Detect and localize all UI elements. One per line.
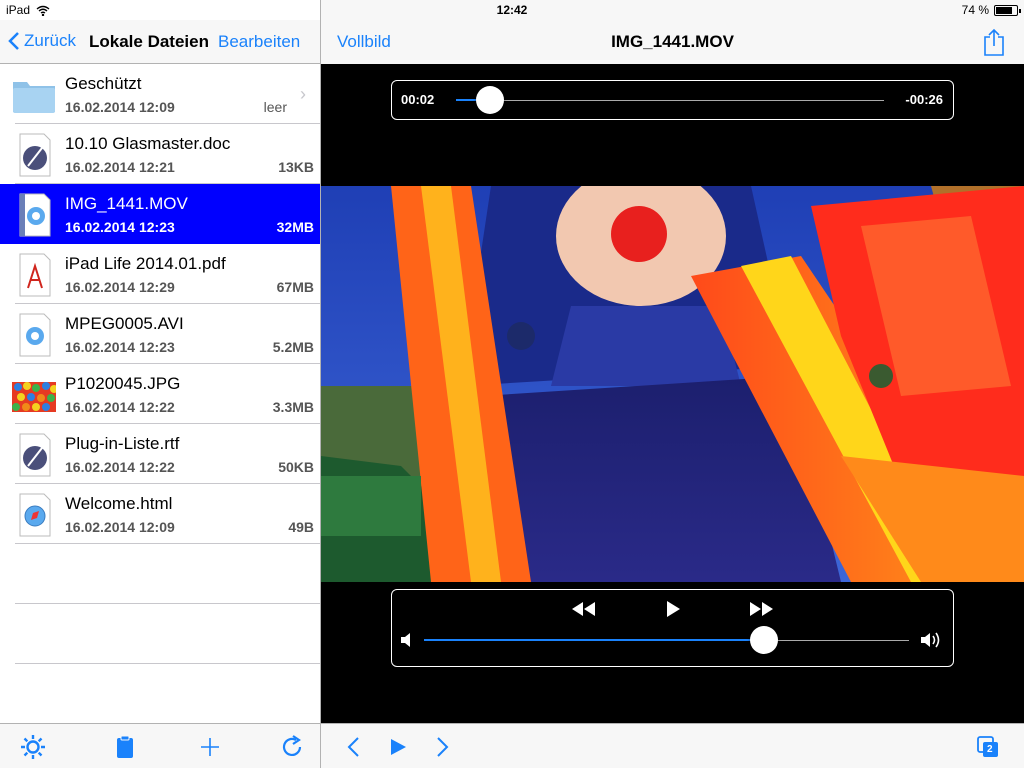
back-button-label: Zurück — [24, 31, 76, 50]
battery-icon — [994, 4, 1021, 16]
file-name: MPEG0005.AVI — [65, 314, 184, 333]
file-date: 16.02.2014 12:22 — [65, 399, 175, 415]
gear-icon[interactable] — [20, 734, 46, 760]
next-icon[interactable] — [429, 734, 455, 760]
right-navigation-bar: Vollbild IMG_1441.MOV — [321, 20, 1024, 64]
left-navigation-bar: Zurück Lokale Dateien Bearbeiten — [0, 20, 320, 64]
file-row-doc[interactable]: 10.10 Glasmaster.doc 16.02.2014 12:21 13… — [0, 124, 320, 184]
file-date: 16.02.2014 12:22 — [65, 459, 175, 475]
left-toolbar — [0, 723, 320, 768]
file-date: 16.02.2014 12:09 — [65, 519, 175, 535]
file-browser-pane: Zurück Lokale Dateien Bearbeiten Geschüt… — [0, 0, 320, 768]
previous-icon[interactable] — [341, 734, 367, 760]
file-size: 32MB — [276, 219, 314, 235]
volume-high-icon — [921, 632, 940, 648]
folder-icon — [13, 82, 55, 113]
safari-file-icon — [19, 493, 51, 537]
file-size: 50KB — [278, 459, 314, 475]
quicktime-file-icon — [19, 313, 51, 357]
file-size: 3.3MB — [272, 399, 314, 415]
back-button[interactable]: Zurück — [8, 31, 76, 51]
file-list: Geschützt 16.02.2014 12:09 leer › 10.10 … — [0, 64, 320, 664]
battery-level — [996, 6, 1013, 14]
file-name: Geschützt — [65, 74, 142, 93]
play-icon[interactable] — [658, 598, 688, 620]
file-size: 67MB — [276, 279, 314, 295]
volume-slider[interactable] — [424, 626, 909, 654]
file-row-html[interactable]: Welcome.html 16.02.2014 12:09 49B — [0, 484, 320, 544]
document-quill-icon — [19, 133, 51, 177]
file-size: 5.2MB — [272, 339, 314, 355]
file-row-selected-video[interactable]: IMG_1441.MOV 16.02.2014 12:23 32MB — [0, 184, 320, 244]
volume-fill — [424, 639, 764, 641]
file-size: 49B — [288, 519, 314, 535]
file-date: 16.02.2014 12:23 — [65, 219, 175, 235]
share-icon[interactable] — [982, 28, 1006, 56]
clipboard-icon[interactable] — [112, 734, 138, 760]
windows-icon[interactable]: 2 — [975, 734, 1001, 760]
empty-row — [0, 604, 320, 664]
play-icon[interactable] — [385, 734, 411, 760]
right-toolbar: 2 — [321, 723, 1024, 768]
elapsed-time: 00:02 — [401, 92, 435, 107]
chevron-left-icon — [8, 32, 19, 50]
file-date: 16.02.2014 12:09 — [65, 99, 175, 115]
scrubber-knob[interactable] — [476, 86, 505, 114]
status-time: 12:42 — [496, 3, 528, 17]
image-thumbnail-icon — [12, 382, 56, 412]
file-name: IMG_1441.MOV — [65, 194, 188, 213]
file-name: Welcome.html — [65, 494, 173, 513]
file-size: 13KB — [278, 159, 314, 175]
refresh-icon[interactable] — [279, 734, 305, 760]
row-separator — [15, 663, 320, 664]
volume-low-icon — [401, 633, 410, 647]
video-frame[interactable] — [321, 186, 1024, 582]
playback-controls — [391, 589, 954, 667]
remaining-time: -00:26 — [905, 92, 943, 107]
file-name: 10.10 Glasmaster.doc — [65, 134, 231, 153]
video-title: IMG_1441.MOV — [611, 32, 734, 51]
app-root: Zurück Lokale Dateien Bearbeiten Geschüt… — [0, 0, 1024, 768]
file-row-image[interactable]: P1020045.JPG 16.02.2014 12:22 3.3MB — [0, 364, 320, 424]
status-right: 74 % — [961, 3, 1021, 17]
file-size: leer — [263, 99, 287, 115]
file-date: 16.02.2014 12:29 — [65, 279, 175, 295]
pdf-file-icon — [19, 253, 51, 297]
file-name: Plug-in-Liste.rtf — [65, 434, 180, 453]
edit-button[interactable]: Bearbeiten — [218, 32, 300, 52]
file-name: iPad Life 2014.01.pdf — [65, 254, 226, 273]
file-name: P1020045.JPG — [65, 374, 181, 393]
empty-row — [0, 544, 320, 604]
battery-percentage: 74 % — [961, 3, 989, 17]
file-date: 16.02.2014 12:23 — [65, 339, 175, 355]
volume-knob[interactable] — [749, 626, 778, 654]
video-still-image — [321, 186, 1024, 582]
file-row-pdf[interactable]: iPad Life 2014.01.pdf 16.02.2014 12:29 6… — [0, 244, 320, 304]
rewind-icon[interactable] — [568, 598, 598, 620]
scrubber-track[interactable] — [456, 86, 884, 114]
plus-icon[interactable] — [197, 734, 223, 760]
file-row-rtf[interactable]: Plug-in-Liste.rtf 16.02.2014 12:22 50KB — [0, 424, 320, 484]
windows-count: 2 — [987, 744, 993, 755]
status-bar: iPad 12:42 74 % — [0, 0, 1024, 20]
file-row-folder[interactable]: Geschützt 16.02.2014 12:09 leer › — [0, 64, 320, 124]
chevron-right-icon: › — [300, 84, 306, 104]
file-row-video[interactable]: MPEG0005.AVI 16.02.2014 12:23 5.2MB — [0, 304, 320, 364]
quicktime-file-icon — [19, 193, 51, 237]
fast-forward-icon[interactable] — [747, 598, 777, 620]
left-nav-title: Lokale Dateien — [89, 32, 209, 51]
playback-scrubber: 00:02 -00:26 — [391, 80, 954, 120]
document-quill-icon — [19, 433, 51, 477]
video-player-pane: Vollbild IMG_1441.MOV 00:02 -00:26 2 — [321, 0, 1024, 768]
file-date: 16.02.2014 12:21 — [65, 159, 175, 175]
